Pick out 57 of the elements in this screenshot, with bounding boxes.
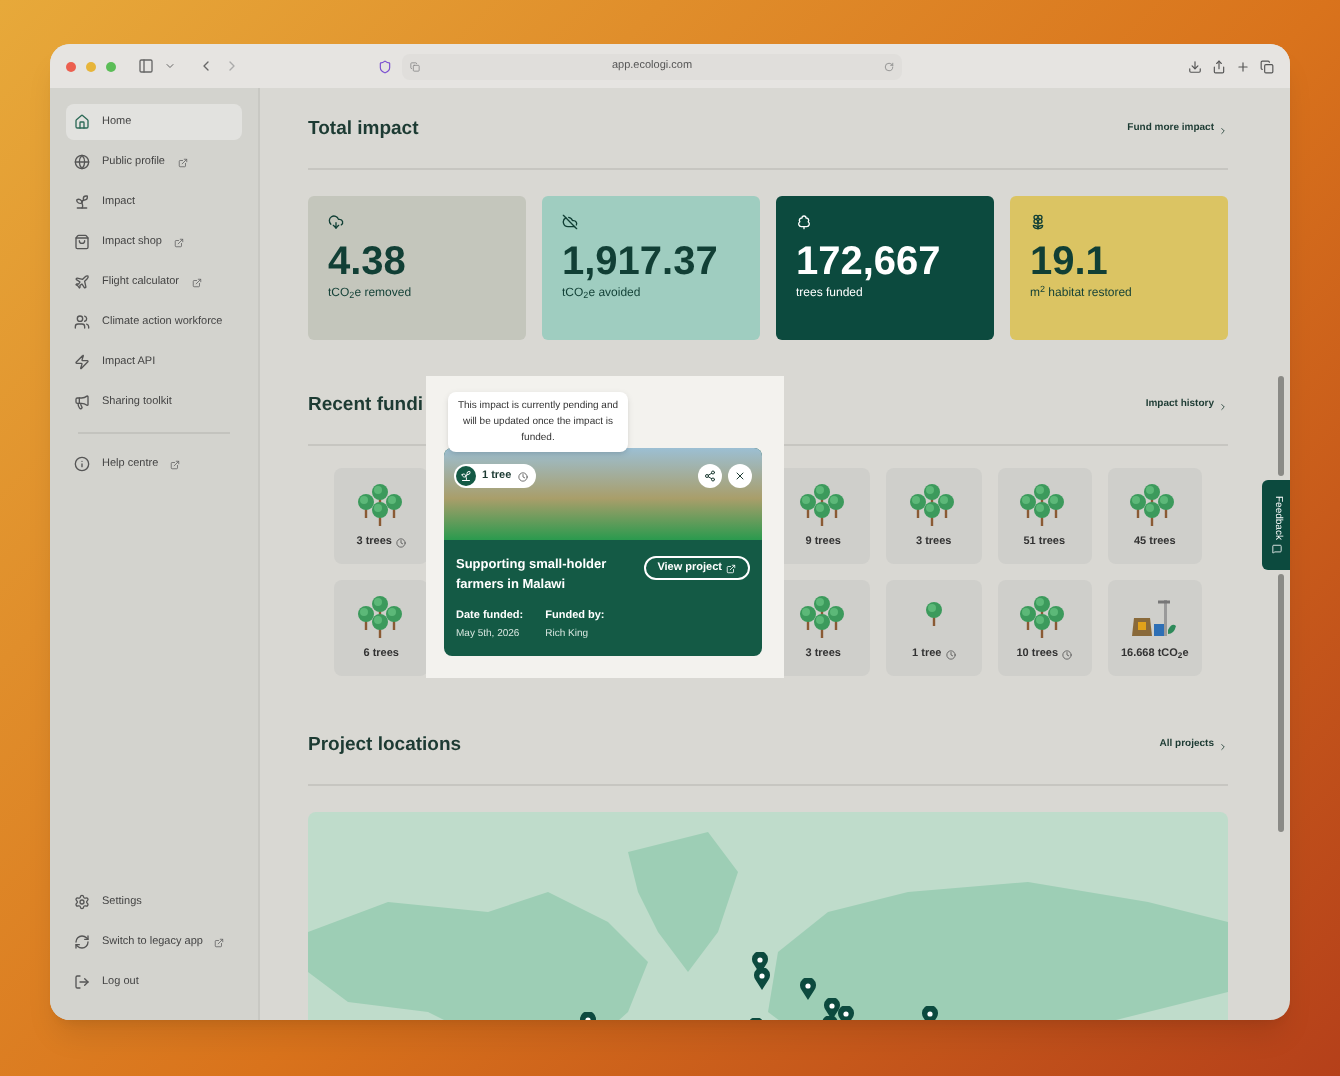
trees-drawing (355, 593, 408, 642)
impact-value: 4.38 (328, 238, 408, 286)
lightning-icon (74, 354, 90, 370)
cloud-icon (328, 214, 344, 230)
impact-value: 19.1 (1030, 238, 1110, 285)
trees-drawing (355, 481, 408, 530)
external-link-icon (191, 277, 202, 287)
close-window-button[interactable] (66, 61, 76, 71)
chevron-right-icon (1218, 125, 1228, 135)
refresh-icon (74, 934, 90, 950)
scrollbar[interactable] (1278, 376, 1284, 476)
info-icon (74, 456, 90, 472)
impact-value: 1,917.37 (562, 238, 720, 286)
settings-icon (74, 894, 90, 910)
close-button[interactable] (728, 464, 752, 488)
external-link-icon (726, 563, 736, 573)
close-icon (734, 470, 746, 482)
clock-icon (517, 471, 528, 481)
chevron-right-icon (1218, 741, 1228, 751)
external-link-icon (177, 157, 187, 167)
new-tab-icon[interactable] (1236, 59, 1250, 73)
flower-icon (1030, 214, 1046, 230)
megaphone-icon (74, 394, 90, 410)
share-icon (704, 470, 716, 482)
external-link-icon (214, 937, 225, 947)
plane-icon (74, 274, 90, 290)
section-title: Total impact (308, 115, 419, 144)
scrollbar[interactable] (1278, 574, 1284, 832)
section-title: Project locations (308, 731, 462, 760)
trees-drawing (797, 481, 850, 530)
share-button[interactable] (698, 464, 722, 488)
trees-drawing (797, 593, 850, 642)
back-icon[interactable] (198, 58, 214, 74)
logout-icon (74, 974, 90, 990)
impact-value: 172,667 (796, 238, 943, 286)
bag-icon (74, 234, 90, 250)
sprout-icon (74, 194, 90, 210)
chevron-right-icon (1218, 401, 1228, 411)
page-icon (410, 61, 420, 71)
sidebar-toggle-icon[interactable] (138, 58, 154, 74)
section-title: Recent fundi (308, 391, 424, 420)
globe-icon (74, 154, 90, 170)
feedback-icon (1271, 543, 1281, 554)
map-pin-icon[interactable] (754, 968, 770, 990)
share-icon[interactable] (1212, 59, 1226, 73)
trees-drawing (907, 481, 960, 530)
sprout-icon (460, 470, 472, 482)
download-icon[interactable] (1188, 59, 1202, 73)
cloud-off-icon (562, 214, 578, 230)
tabs-icon[interactable] (1260, 59, 1274, 73)
tree-icon (796, 214, 812, 230)
people-icon (74, 314, 90, 330)
home-icon (74, 114, 90, 130)
external-link-icon (170, 459, 181, 469)
external-link-icon (173, 237, 184, 247)
map-pin-icon[interactable] (800, 978, 816, 1000)
shield-icon[interactable] (378, 59, 392, 73)
